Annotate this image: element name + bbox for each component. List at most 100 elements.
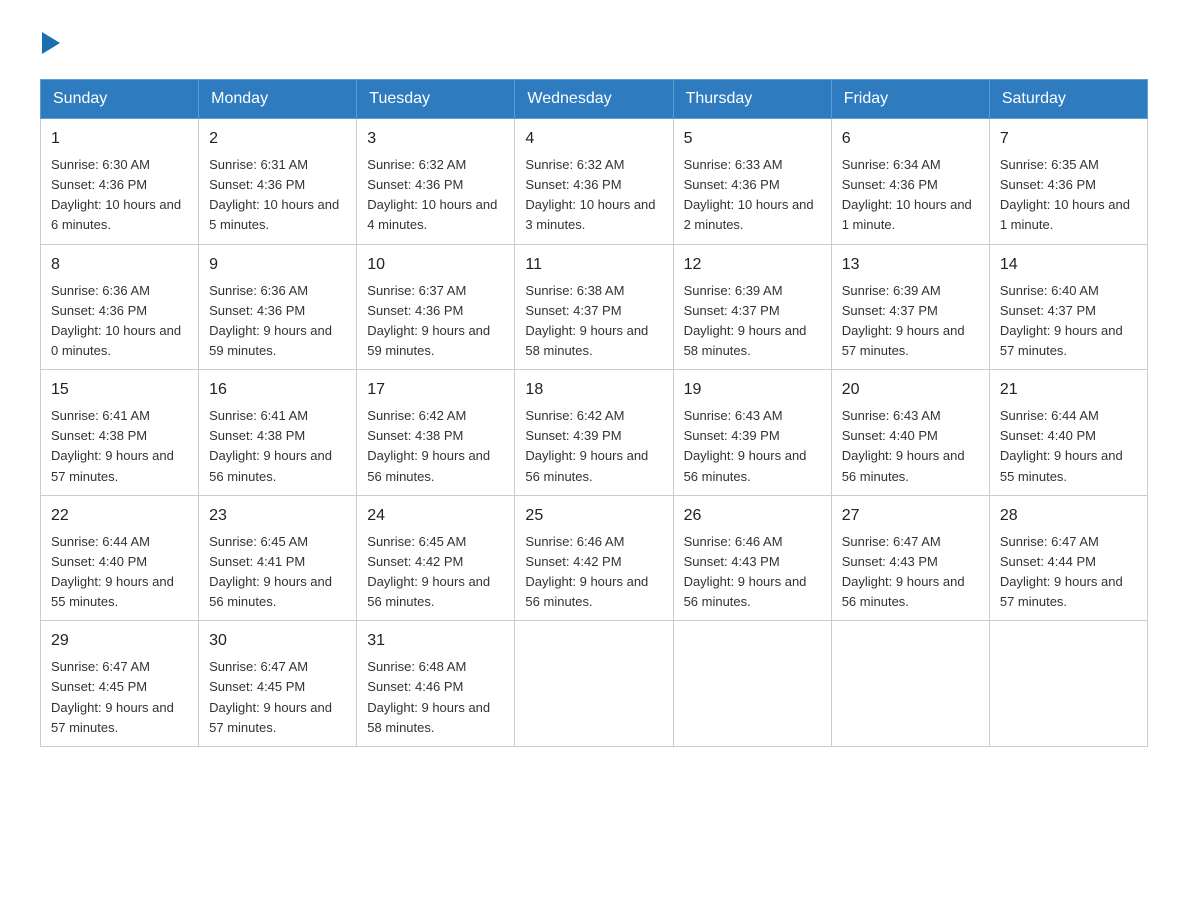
day-number: 22 — [51, 504, 188, 528]
calendar-cell: 8 Sunrise: 6:36 AMSunset: 4:36 PMDaylight… — [41, 244, 199, 370]
day-number: 20 — [842, 378, 979, 402]
day-info: Sunrise: 6:43 AMSunset: 4:39 PMDaylight:… — [684, 406, 821, 487]
day-number: 2 — [209, 127, 346, 151]
calendar-cell: 22 Sunrise: 6:44 AMSunset: 4:40 PMDayligh… — [41, 495, 199, 621]
calendar-cell: 1 Sunrise: 6:30 AMSunset: 4:36 PMDaylight… — [41, 119, 199, 245]
calendar-header-row: SundayMondayTuesdayWednesdayThursdayFrid… — [41, 80, 1148, 119]
day-number: 27 — [842, 504, 979, 528]
day-info: Sunrise: 6:31 AMSunset: 4:36 PMDaylight:… — [209, 155, 346, 236]
day-number: 5 — [684, 127, 821, 151]
calendar-cell: 24 Sunrise: 6:45 AMSunset: 4:42 PMDayligh… — [357, 495, 515, 621]
calendar-cell: 10 Sunrise: 6:37 AMSunset: 4:36 PMDayligh… — [357, 244, 515, 370]
day-info: Sunrise: 6:42 AMSunset: 4:39 PMDaylight:… — [525, 406, 662, 487]
day-number: 24 — [367, 504, 504, 528]
day-info: Sunrise: 6:39 AMSunset: 4:37 PMDaylight:… — [842, 281, 979, 362]
logo — [40, 30, 60, 59]
calendar-cell: 30 Sunrise: 6:47 AMSunset: 4:45 PMDayligh… — [199, 621, 357, 747]
day-info: Sunrise: 6:43 AMSunset: 4:40 PMDaylight:… — [842, 406, 979, 487]
day-info: Sunrise: 6:45 AMSunset: 4:42 PMDaylight:… — [367, 532, 504, 613]
day-number: 25 — [525, 504, 662, 528]
day-info: Sunrise: 6:41 AMSunset: 4:38 PMDaylight:… — [51, 406, 188, 487]
day-info: Sunrise: 6:47 AMSunset: 4:44 PMDaylight:… — [1000, 532, 1137, 613]
day-info: Sunrise: 6:40 AMSunset: 4:37 PMDaylight:… — [1000, 281, 1137, 362]
day-info: Sunrise: 6:33 AMSunset: 4:36 PMDaylight:… — [684, 155, 821, 236]
day-number: 9 — [209, 253, 346, 277]
day-info: Sunrise: 6:47 AMSunset: 4:45 PMDaylight:… — [51, 657, 188, 738]
calendar-cell: 31 Sunrise: 6:48 AMSunset: 4:46 PMDayligh… — [357, 621, 515, 747]
calendar-cell: 6 Sunrise: 6:34 AMSunset: 4:36 PMDaylight… — [831, 119, 989, 245]
calendar-cell: 12 Sunrise: 6:39 AMSunset: 4:37 PMDayligh… — [673, 244, 831, 370]
calendar-cell: 9Sunrise: 6:36 AMSunset: 4:36 PMDaylight… — [199, 244, 357, 370]
calendar-cell: 11 Sunrise: 6:38 AMSunset: 4:37 PMDayligh… — [515, 244, 673, 370]
calendar-cell: 13Sunrise: 6:39 AMSunset: 4:37 PMDayligh… — [831, 244, 989, 370]
logo-arrow-icon — [42, 32, 60, 54]
calendar-cell: 4Sunrise: 6:32 AMSunset: 4:36 PMDaylight… — [515, 119, 673, 245]
column-header-monday: Monday — [199, 80, 357, 119]
calendar-cell: 3Sunrise: 6:32 AMSunset: 4:36 PMDaylight… — [357, 119, 515, 245]
day-info: Sunrise: 6:39 AMSunset: 4:37 PMDaylight:… — [684, 281, 821, 362]
day-number: 8 — [51, 253, 188, 277]
column-header-tuesday: Tuesday — [357, 80, 515, 119]
day-info: Sunrise: 6:47 AMSunset: 4:43 PMDaylight:… — [842, 532, 979, 613]
day-number: 18 — [525, 378, 662, 402]
day-number: 10 — [367, 253, 504, 277]
day-info: Sunrise: 6:38 AMSunset: 4:37 PMDaylight:… — [525, 281, 662, 362]
column-header-sunday: Sunday — [41, 80, 199, 119]
day-info: Sunrise: 6:47 AMSunset: 4:45 PMDaylight:… — [209, 657, 346, 738]
day-number: 4 — [525, 127, 662, 151]
day-info: Sunrise: 6:35 AMSunset: 4:36 PMDaylight:… — [1000, 155, 1137, 236]
calendar-cell: 16 Sunrise: 6:41 AMSunset: 4:38 PMDayligh… — [199, 370, 357, 496]
day-number: 15 — [51, 378, 188, 402]
day-info: Sunrise: 6:44 AMSunset: 4:40 PMDaylight:… — [1000, 406, 1137, 487]
column-header-saturday: Saturday — [989, 80, 1147, 119]
calendar-cell: 27 Sunrise: 6:47 AMSunset: 4:43 PMDayligh… — [831, 495, 989, 621]
day-number: 31 — [367, 629, 504, 653]
day-number: 1 — [51, 127, 188, 151]
calendar-cell: 26Sunrise: 6:46 AMSunset: 4:43 PMDayligh… — [673, 495, 831, 621]
column-header-friday: Friday — [831, 80, 989, 119]
calendar-cell: 17Sunrise: 6:42 AMSunset: 4:38 PMDayligh… — [357, 370, 515, 496]
calendar-cell: 15 Sunrise: 6:41 AMSunset: 4:38 PMDayligh… — [41, 370, 199, 496]
calendar-week-row: 1 Sunrise: 6:30 AMSunset: 4:36 PMDaylight… — [41, 119, 1148, 245]
day-info: Sunrise: 6:45 AMSunset: 4:41 PMDaylight:… — [209, 532, 346, 613]
day-number: 6 — [842, 127, 979, 151]
calendar-cell: 29 Sunrise: 6:47 AMSunset: 4:45 PMDayligh… — [41, 621, 199, 747]
day-number: 14 — [1000, 253, 1137, 277]
day-info: Sunrise: 6:30 AMSunset: 4:36 PMDaylight:… — [51, 155, 188, 236]
page-header — [40, 30, 1148, 59]
calendar-cell: 7 Sunrise: 6:35 AMSunset: 4:36 PMDaylight… — [989, 119, 1147, 245]
day-number: 30 — [209, 629, 346, 653]
day-number: 12 — [684, 253, 821, 277]
calendar-cell — [831, 621, 989, 747]
day-number: 19 — [684, 378, 821, 402]
calendar-cell: 5 Sunrise: 6:33 AMSunset: 4:36 PMDaylight… — [673, 119, 831, 245]
day-info: Sunrise: 6:36 AMSunset: 4:36 PMDaylight:… — [51, 281, 188, 362]
day-number: 3 — [367, 127, 504, 151]
day-number: 11 — [525, 253, 662, 277]
day-info: Sunrise: 6:48 AMSunset: 4:46 PMDaylight:… — [367, 657, 504, 738]
day-number: 21 — [1000, 378, 1137, 402]
day-info: Sunrise: 6:46 AMSunset: 4:43 PMDaylight:… — [684, 532, 821, 613]
calendar-cell: 2 Sunrise: 6:31 AMSunset: 4:36 PMDaylight… — [199, 119, 357, 245]
day-info: Sunrise: 6:34 AMSunset: 4:36 PMDaylight:… — [842, 155, 979, 236]
day-number: 23 — [209, 504, 346, 528]
day-number: 17 — [367, 378, 504, 402]
calendar-cell: 19 Sunrise: 6:43 AMSunset: 4:39 PMDayligh… — [673, 370, 831, 496]
calendar-cell: 25Sunrise: 6:46 AMSunset: 4:42 PMDayligh… — [515, 495, 673, 621]
calendar-cell — [673, 621, 831, 747]
calendar-week-row: 22 Sunrise: 6:44 AMSunset: 4:40 PMDayligh… — [41, 495, 1148, 621]
day-number: 7 — [1000, 127, 1137, 151]
day-number: 16 — [209, 378, 346, 402]
calendar-cell: 18 Sunrise: 6:42 AMSunset: 4:39 PMDayligh… — [515, 370, 673, 496]
calendar-week-row: 15 Sunrise: 6:41 AMSunset: 4:38 PMDayligh… — [41, 370, 1148, 496]
calendar-cell — [989, 621, 1147, 747]
calendar-cell — [515, 621, 673, 747]
day-info: Sunrise: 6:41 AMSunset: 4:38 PMDaylight:… — [209, 406, 346, 487]
calendar-week-row: 29 Sunrise: 6:47 AMSunset: 4:45 PMDayligh… — [41, 621, 1148, 747]
day-number: 28 — [1000, 504, 1137, 528]
day-number: 29 — [51, 629, 188, 653]
calendar-cell: 14 Sunrise: 6:40 AMSunset: 4:37 PMDayligh… — [989, 244, 1147, 370]
day-info: Sunrise: 6:44 AMSunset: 4:40 PMDaylight:… — [51, 532, 188, 613]
calendar-cell: 28 Sunrise: 6:47 AMSunset: 4:44 PMDayligh… — [989, 495, 1147, 621]
day-info: Sunrise: 6:37 AMSunset: 4:36 PMDaylight:… — [367, 281, 504, 362]
